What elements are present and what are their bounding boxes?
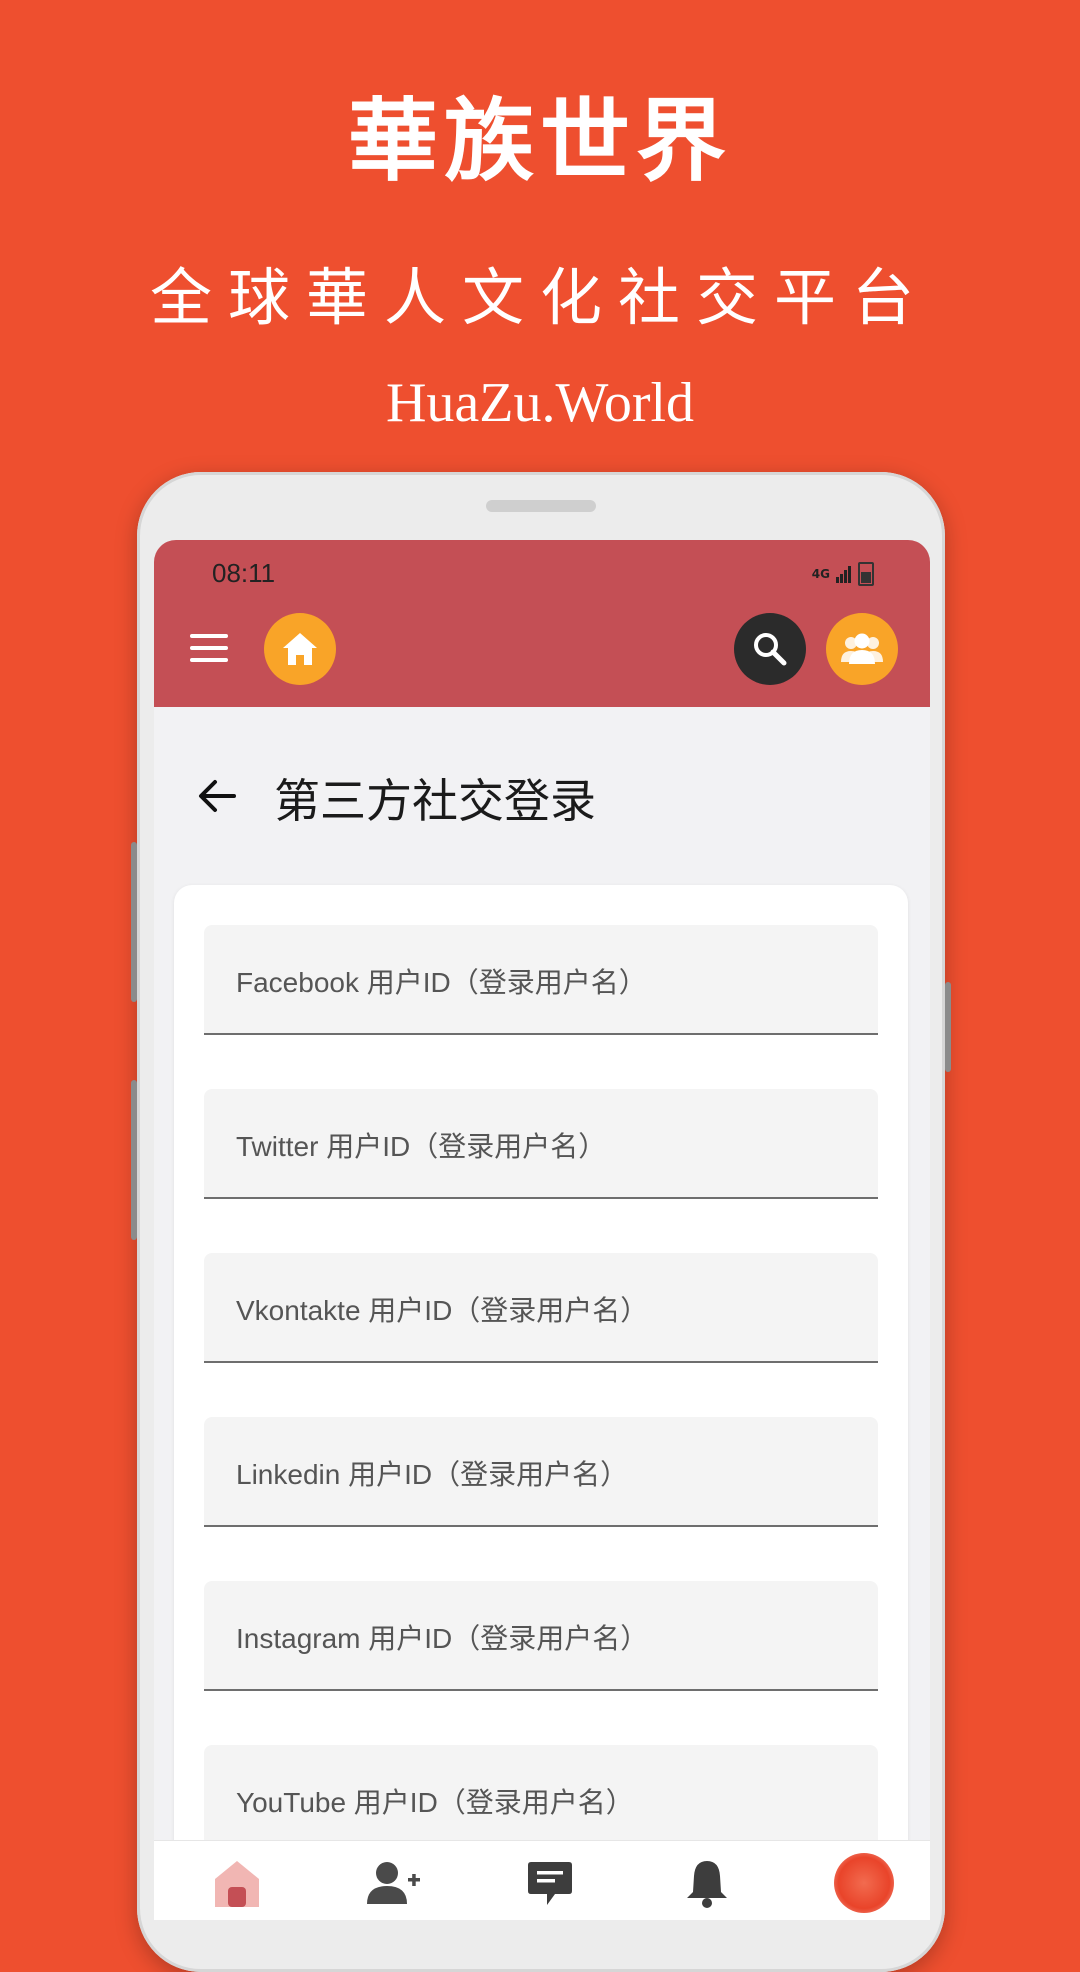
avatar bbox=[834, 1853, 894, 1913]
nav-profile[interactable] bbox=[834, 1853, 894, 1913]
menu-icon bbox=[190, 634, 228, 638]
nav-home[interactable] bbox=[207, 1853, 267, 1913]
power-button bbox=[945, 982, 951, 1072]
nav-add-friend[interactable] bbox=[364, 1853, 424, 1913]
battery-icon bbox=[858, 562, 874, 586]
facebook-id-field[interactable]: Facebook 用户ID（登录用户名） bbox=[204, 925, 878, 1035]
volume-up-button bbox=[131, 842, 137, 1002]
back-arrow-icon[interactable] bbox=[194, 773, 240, 819]
page-title: 第三方社交登录 bbox=[274, 774, 596, 828]
search-button[interactable] bbox=[734, 613, 806, 685]
add-user-icon bbox=[367, 1862, 420, 1904]
field-label: Instagram 用户ID（登录用户名） bbox=[236, 1623, 649, 1654]
signal-icon bbox=[836, 566, 851, 583]
promo-url: HuaZu.World bbox=[385, 372, 695, 434]
volume-down-button bbox=[131, 1080, 137, 1240]
menu-button[interactable] bbox=[190, 634, 228, 662]
field-label: Twitter 用户ID（登录用户名） bbox=[236, 1131, 607, 1162]
status-time: 08:11 bbox=[212, 558, 276, 588]
home-icon bbox=[283, 633, 317, 665]
search-icon bbox=[754, 633, 787, 666]
app-bar: 08:11 4G bbox=[154, 540, 930, 707]
promo-subtitle: 全球華人文化社交平台 bbox=[149, 261, 930, 334]
field-label: Vkontakte 用户ID（登录用户名） bbox=[236, 1295, 649, 1326]
phone-screen: 08:11 4G 第三方社交登录 Facebook 用户ID（登录用户名） Tw… bbox=[154, 540, 930, 1920]
linkedin-id-field[interactable]: Linkedin 用户ID（登录用户名） bbox=[204, 1417, 878, 1527]
bottom-nav bbox=[154, 1840, 930, 1920]
youtube-id-field[interactable]: YouTube 用户ID（登录用户名） bbox=[204, 1745, 878, 1855]
group-button[interactable] bbox=[826, 613, 898, 685]
home-button[interactable] bbox=[264, 613, 336, 685]
home-icon bbox=[215, 1861, 259, 1907]
vkontakte-id-field[interactable]: Vkontakte 用户ID（登录用户名） bbox=[204, 1253, 878, 1363]
page-header: 第三方社交登录 bbox=[154, 755, 930, 835]
field-label: YouTube 用户ID（登录用户名） bbox=[236, 1787, 634, 1818]
status-icons: 4G bbox=[812, 562, 874, 586]
bell-icon bbox=[687, 1861, 727, 1908]
nav-messages[interactable] bbox=[520, 1853, 580, 1913]
field-label: Linkedin 用户ID（登录用户名） bbox=[236, 1459, 629, 1490]
social-login-card: Facebook 用户ID（登录用户名） Twitter 用户ID（登录用户名）… bbox=[174, 885, 908, 1920]
network-indicator: 4G bbox=[811, 567, 830, 581]
twitter-id-field[interactable]: Twitter 用户ID（登录用户名） bbox=[204, 1089, 878, 1199]
instagram-id-field[interactable]: Instagram 用户ID（登录用户名） bbox=[204, 1581, 878, 1691]
phone-speaker bbox=[486, 500, 596, 512]
promo-title: 華族世界 bbox=[348, 88, 732, 194]
nav-notifications[interactable] bbox=[677, 1853, 737, 1913]
field-label: Facebook 用户ID（登录用户名） bbox=[236, 967, 647, 998]
group-icon bbox=[841, 633, 883, 664]
phone-frame: 08:11 4G 第三方社交登录 Facebook 用户ID（登录用户名） Tw… bbox=[131, 472, 951, 1972]
chat-icon bbox=[528, 1862, 572, 1905]
